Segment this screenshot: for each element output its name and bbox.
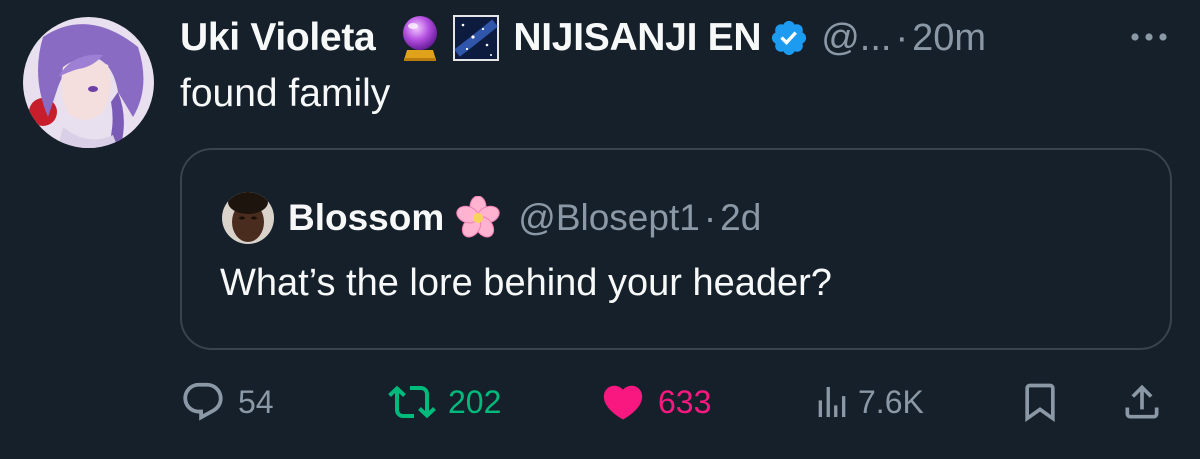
crystal-ball-emoji-icon [395,13,445,63]
retweet-button[interactable]: 202 [388,374,501,430]
views-count: 7.6K [858,383,924,420]
quoted-author-avatar[interactable] [222,192,274,244]
quoted-tweet-timestamp[interactable]: 2d [720,197,761,239]
tweet: Uki Violeta NIJISANJI EN @... · 20m foun… [0,0,1200,459]
retweet-count: 202 [448,383,502,420]
more-options-icon[interactable] [1126,22,1172,52]
reply-button[interactable]: 54 [180,374,274,430]
author-avatar[interactable] [23,17,154,148]
cherry-blossom-emoji-icon [456,195,500,240]
quoted-author-display-name[interactable]: Blossom [288,197,444,239]
milky-way-emoji-icon [451,13,501,63]
quoted-tweet-header: Blossom @Blosept1 · 2d [222,190,761,246]
share-icon [1120,380,1164,424]
bookmark-icon [1018,380,1062,424]
tweet-text: found family [180,72,391,115]
views-button[interactable]: 7.6K [812,374,924,430]
quoted-separator-dot: · [703,197,717,238]
separator-dot: · [895,16,909,59]
tweet-timestamp[interactable]: 20m [912,17,986,60]
quoted-tweet[interactable]: Blossom @Blosept1 · 2d What’s the lore b… [180,148,1172,350]
quoted-tweet-text: What’s the lore behind your header? [220,262,832,304]
author-org-name[interactable]: NIJISANJI EN [513,16,761,60]
like-button[interactable]: 633 [600,374,711,430]
retweet-icon [388,378,436,426]
reply-count: 54 [238,383,274,420]
like-count: 633 [658,383,712,420]
heart-icon [600,379,646,425]
bookmark-button[interactable] [1018,374,1062,430]
reply-icon [180,379,226,425]
author-display-name[interactable]: Uki Violeta [180,16,376,60]
share-button[interactable] [1120,374,1164,430]
author-handle[interactable]: @... [821,17,891,60]
quoted-author-handle[interactable]: @Blosept1 [518,197,700,239]
action-bar: 54 202 633 7.6K [0,374,1200,430]
verified-badge-icon[interactable] [769,18,809,58]
views-chart-icon [812,382,852,422]
tweet-header: Uki Violeta NIJISANJI EN @... · 20m [180,12,986,64]
